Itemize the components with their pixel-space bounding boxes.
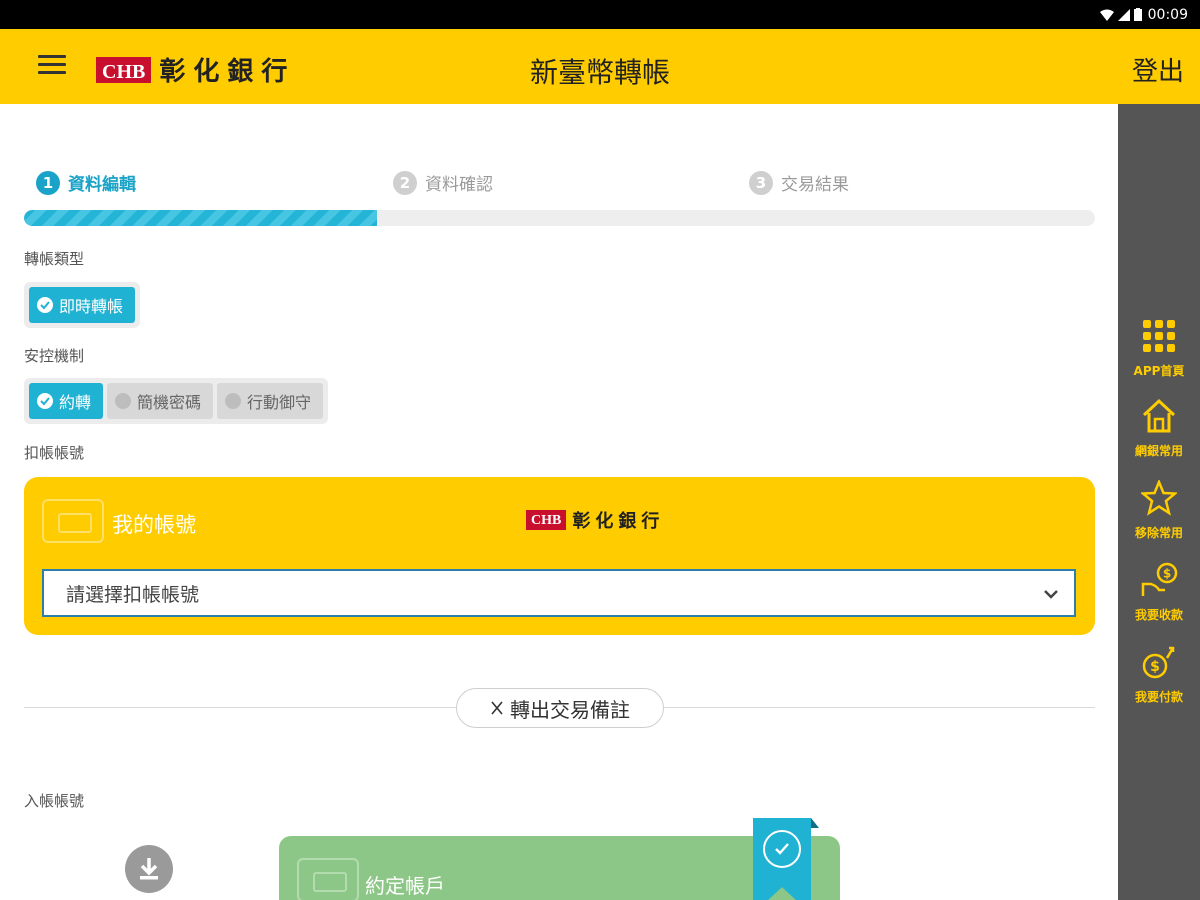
signal-icon [1117, 8, 1130, 21]
svg-text:$: $ [1163, 567, 1171, 581]
radio-icon [115, 393, 132, 409]
download-icon[interactable] [125, 845, 173, 893]
chip-mobile-guard[interactable]: 行動御守 [217, 383, 324, 419]
close-icon [491, 701, 503, 715]
check-circle-icon [763, 830, 801, 868]
transfer-type-options: 即時轉帳 [24, 282, 141, 328]
step-number: 2 [393, 170, 417, 195]
side-item-label: 網銀常用 [1134, 444, 1183, 458]
side-item-label: 我要收款 [1134, 608, 1183, 622]
chip-label: 即時轉帳 [59, 297, 124, 316]
step-label: 資料確認 [425, 175, 493, 195]
step-3: 3 交易結果 [749, 170, 849, 195]
receive-money-icon: $ [1141, 562, 1178, 596]
progress-bar [24, 210, 1095, 226]
step-number: 1 [36, 170, 60, 195]
security-options: 約轉 簡機密碼 行動御守 [24, 378, 329, 424]
bank-logo: CHB 彰化銀行 [96, 51, 295, 88]
debit-account-card: 我的帳號 CHB 彰化銀行 請選擇扣帳帳號 [24, 477, 1095, 635]
transfer-type-label: 轉帳類型 [24, 250, 85, 268]
bank-card-icon [297, 858, 359, 900]
card-title: 約定帳戶 [365, 874, 445, 898]
chip-sms-password[interactable]: 簡機密碼 [107, 383, 214, 419]
side-item-label: APP首頁 [1133, 364, 1185, 378]
main-content: 1 資料編輯 2 資料確認 3 交易結果 轉帳類型 即時轉帳 安控機制 約轉 簡… [0, 104, 1118, 900]
logout-button[interactable]: 登出 [1132, 51, 1184, 88]
logo-mark: CHB [96, 56, 152, 83]
side-menu: APP首頁 網銀常用 移除常用 $ 我要收款 $ 我要付款 [1118, 104, 1200, 900]
chevron-down-icon [1044, 590, 1058, 599]
chip-label: 約轉 [59, 393, 92, 412]
transfer-memo-button[interactable]: 轉出交易備註 [456, 688, 664, 728]
status-time: 00:09 [1147, 6, 1188, 23]
chip-instant-transfer[interactable]: 即時轉帳 [29, 287, 136, 323]
side-item-netbank-favorites[interactable]: 網銀常用 [1118, 398, 1200, 459]
side-item-label: 移除常用 [1134, 526, 1183, 540]
debit-account-select[interactable]: 請選擇扣帳帳號 [42, 569, 1076, 617]
status-icons [1099, 8, 1142, 21]
menu-button[interactable] [38, 55, 66, 77]
progress-fill [24, 210, 378, 226]
side-item-receive-money[interactable]: $ 我要收款 [1118, 562, 1200, 623]
logo-name: 彰化銀行 [159, 57, 296, 87]
check-icon [37, 297, 53, 313]
step-1: 1 資料編輯 [36, 170, 136, 195]
card-bank-logo: CHB 彰化銀行 [526, 507, 664, 533]
credit-account-label: 入帳帳號 [24, 792, 85, 810]
security-label: 安控機制 [24, 347, 85, 365]
app-bar: CHB 彰化銀行 新臺幣轉帳 登出 [0, 29, 1200, 104]
step-indicator: 1 資料編輯 2 資料確認 3 交易結果 [36, 170, 1096, 196]
home-icon [1142, 398, 1176, 433]
step-number: 3 [749, 170, 773, 195]
logo-name: 彰化銀行 [572, 511, 665, 532]
grid-icon [1143, 320, 1175, 352]
side-item-remove-favorite[interactable]: 移除常用 [1118, 478, 1200, 541]
select-placeholder: 請選擇扣帳帳號 [66, 583, 200, 606]
step-label: 交易結果 [781, 175, 849, 195]
agreed-account-card[interactable]: 約定帳戶 [279, 818, 840, 900]
check-icon [37, 393, 53, 409]
chip-agreed-transfer[interactable]: 約轉 [29, 383, 104, 419]
star-icon [1139, 478, 1179, 516]
hamburger-icon-line [38, 63, 66, 66]
radio-icon [225, 393, 242, 409]
chip-label: 簡機密碼 [137, 393, 202, 412]
card-title: 我的帳號 [112, 513, 196, 537]
wifi-icon [1099, 9, 1114, 21]
hamburger-icon-line [38, 71, 66, 74]
step-2: 2 資料確認 [393, 170, 493, 195]
side-item-app-home[interactable]: APP首頁 [1118, 318, 1200, 379]
status-bar: 00:09 [0, 0, 1200, 29]
chip-label: 行動御守 [247, 393, 312, 412]
logo-mark: CHB [526, 510, 567, 530]
debit-account-label: 扣帳帳號 [24, 444, 85, 462]
side-item-label: 我要付款 [1134, 690, 1183, 704]
bank-card-icon [42, 499, 104, 543]
hamburger-icon [38, 55, 66, 58]
pay-money-icon: $ [1142, 646, 1175, 679]
step-label: 資料編輯 [68, 175, 136, 195]
battery-icon [1133, 8, 1142, 21]
svg-text:$: $ [1150, 659, 1160, 675]
memo-button-label: 轉出交易備註 [510, 697, 630, 722]
ribbon-fold [811, 818, 819, 828]
side-item-pay-money[interactable]: $ 我要付款 [1118, 644, 1200, 705]
